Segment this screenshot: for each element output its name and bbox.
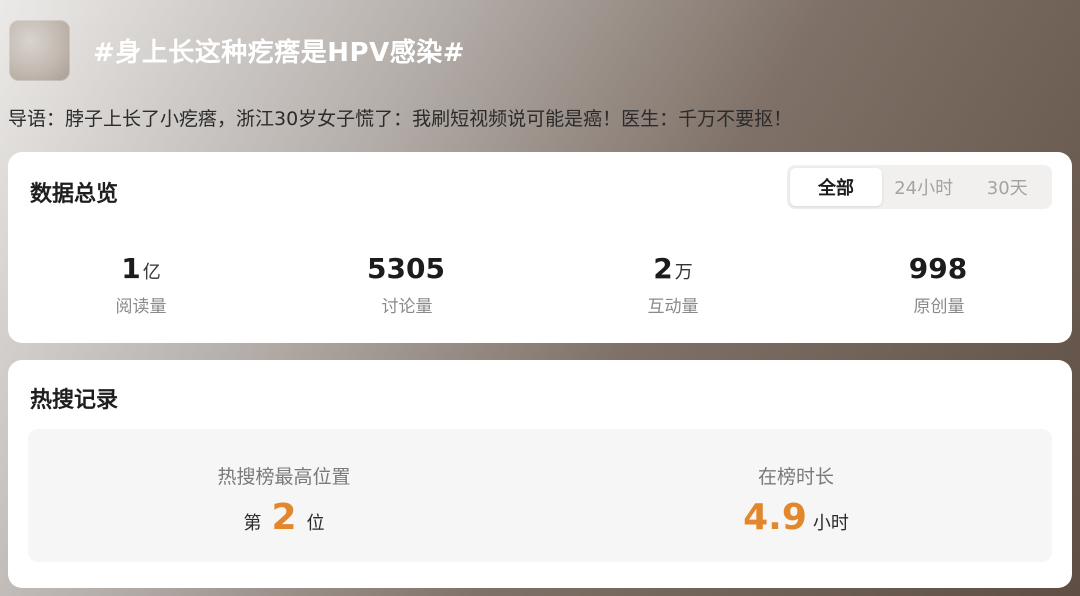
stat-original-label: 原创量 bbox=[913, 297, 965, 317]
peak-position-label: 热搜榜最高位置 bbox=[217, 466, 351, 488]
stat-reads: 1亿 阅读量 bbox=[8, 252, 274, 317]
stat-interactions-value: 2万 bbox=[653, 252, 693, 285]
topic-lead: 导语：脖子上长了小疙瘩，浙江30岁女子慌了：我刷短视频说可能是癌！医生：千万不要… bbox=[8, 108, 793, 130]
stat-original-value: 998 bbox=[908, 252, 968, 285]
stat-reads-value: 1亿 bbox=[121, 252, 161, 285]
duration-on-list: 在榜时长 4.9 小时 bbox=[540, 429, 1052, 562]
peak-suffix: 位 bbox=[306, 513, 325, 534]
peak-prefix: 第 bbox=[243, 513, 262, 534]
data-overview-card: 数据总览 全部 24小时 30天 1亿 阅读量 5305 讨论量 2万 互动量 … bbox=[8, 152, 1072, 343]
topic-thumbnail bbox=[9, 20, 70, 81]
stat-reads-unit: 亿 bbox=[142, 262, 161, 283]
hot-record-panel: 热搜榜最高位置 第 2 位 在榜时长 4.9 小时 bbox=[28, 429, 1052, 562]
tab-24h[interactable]: 24小时 bbox=[882, 168, 966, 206]
duration-value: 4.9 bbox=[743, 497, 807, 538]
stat-reads-label: 阅读量 bbox=[115, 297, 167, 317]
duration-suffix: 小时 bbox=[812, 513, 849, 534]
stat-discussions: 5305 讨论量 bbox=[274, 252, 540, 317]
time-range-tabs: 全部 24小时 30天 bbox=[787, 165, 1052, 209]
stat-interactions: 2万 互动量 bbox=[540, 252, 806, 317]
overview-stats: 1亿 阅读量 5305 讨论量 2万 互动量 998 原创量 bbox=[8, 252, 1072, 317]
overview-title: 数据总览 bbox=[30, 182, 119, 207]
stat-original: 998 原创量 bbox=[806, 252, 1072, 317]
hot-record-title: 热搜记录 bbox=[30, 388, 119, 413]
stat-interactions-unit: 万 bbox=[674, 262, 693, 283]
hot-search-record-card: 热搜记录 热搜榜最高位置 第 2 位 在榜时长 4.9 小时 bbox=[8, 360, 1072, 588]
tab-30d[interactable]: 30天 bbox=[965, 168, 1049, 206]
stat-interactions-label: 互动量 bbox=[647, 297, 699, 317]
peak-position-value: 2 bbox=[271, 497, 297, 538]
stat-discussions-label: 讨论量 bbox=[381, 297, 433, 317]
peak-position: 热搜榜最高位置 第 2 位 bbox=[28, 429, 540, 562]
stat-discussions-value: 5305 bbox=[367, 252, 445, 285]
tab-all[interactable]: 全部 bbox=[790, 168, 882, 206]
duration-label: 在榜时长 bbox=[757, 466, 834, 488]
topic-title: #身上长这种疙瘩是HPV感染# bbox=[93, 38, 466, 68]
